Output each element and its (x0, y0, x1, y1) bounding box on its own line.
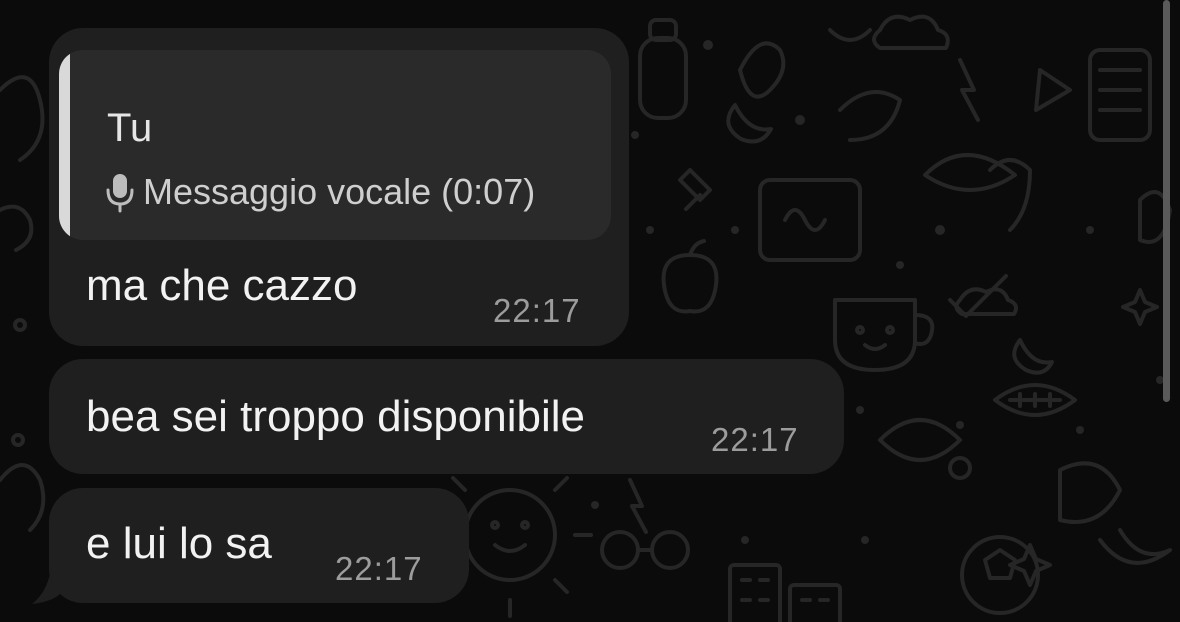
message-bubble[interactable]: e lui lo sa 22:17 (49, 488, 469, 603)
mic-icon (106, 174, 134, 213)
quote-author: Tu (107, 106, 153, 150)
reply-quote[interactable]: Tu Messaggio vocale (0:07) (59, 50, 611, 240)
message-text: bea sei troppo disponibile (86, 392, 586, 441)
message-time: 22:17 (493, 292, 581, 329)
quote-preview: Messaggio vocale (0:07) (103, 170, 535, 214)
message-time: 22:17 (711, 421, 799, 458)
scrollbar[interactable] (1163, 0, 1170, 402)
chat-background: Tu Messaggio vocale (0:07) ma che cazzo … (0, 0, 1180, 622)
message-bubble[interactable]: Tu Messaggio vocale (0:07) ma che cazzo … (49, 28, 629, 346)
message-text: e lui lo sa (86, 519, 272, 568)
quote-accent-bar (59, 50, 70, 240)
quote-preview-text: Messaggio vocale (0:07) (143, 171, 536, 212)
message-time: 22:17 (335, 550, 423, 587)
message-text: ma che cazzo (86, 261, 358, 310)
message-bubble[interactable]: bea sei troppo disponibile 22:17 (49, 359, 844, 474)
